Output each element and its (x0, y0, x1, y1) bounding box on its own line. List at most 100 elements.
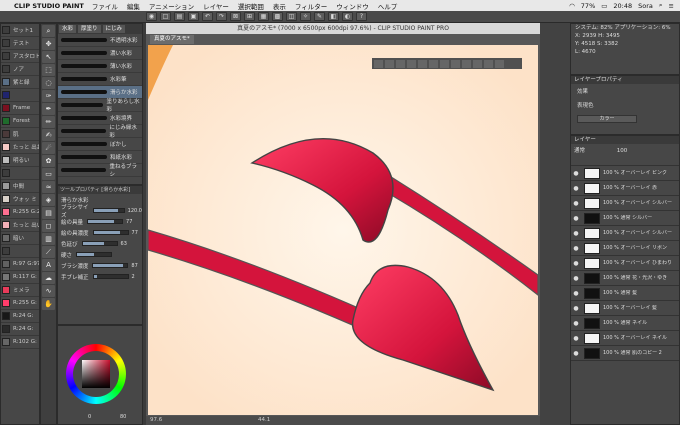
color-swatch[interactable] (2, 325, 10, 333)
property-slider[interactable] (76, 252, 113, 257)
layer-row[interactable]: ● 100 % 通常 花・光沢・ゆき (571, 271, 679, 286)
actual-size-icon[interactable] (451, 59, 460, 68)
color-set-row[interactable]: R:97 G:97 B:97 (1, 258, 39, 271)
pen-tool-icon[interactable]: ✒ (42, 103, 55, 115)
menu-animation[interactable]: アニメーション (149, 1, 194, 11)
layer-row[interactable]: ● 100 % オーバーレイ シルバー (571, 226, 679, 241)
layer-visibility-icon[interactable]: ● (571, 290, 581, 297)
color-swatch[interactable] (2, 221, 10, 229)
brush-icon[interactable]: ✎ (314, 12, 325, 21)
snap-icon[interactable]: ✧ (300, 12, 311, 21)
wifi-icon[interactable]: ◠ (569, 2, 575, 10)
ruler-tool-icon[interactable]: ⟋ (42, 246, 55, 258)
user-name[interactable]: Sora (638, 2, 653, 10)
property-slider[interactable] (92, 263, 129, 268)
layer-row[interactable]: ● 100 % オーバーレイ ピンク (571, 166, 679, 181)
property-value[interactable]: 77 (132, 230, 138, 236)
color-set-row[interactable]: 中間 (1, 180, 39, 193)
color-swatch[interactable] (2, 143, 10, 151)
brush-item[interactable]: 薄い水彩 (58, 60, 142, 73)
color-set-row[interactable] (1, 245, 39, 258)
expression-color-dropdown[interactable]: カラー (577, 115, 637, 123)
brush-item[interactable]: にじみ縁水彩 (58, 125, 142, 139)
color-swatch[interactable] (2, 247, 10, 255)
color-swatch[interactable] (2, 156, 10, 164)
color-set-row[interactable]: R:255 G: (1, 297, 39, 310)
layer-row[interactable]: ● 100 % オーバーレイ リボン (571, 241, 679, 256)
layer-visibility-icon[interactable]: ● (571, 230, 581, 237)
lasso-tool-icon[interactable]: ◌ (42, 77, 55, 89)
color-set-row[interactable]: R:102 G: (1, 336, 39, 349)
layer-visibility-icon[interactable]: ● (571, 245, 581, 252)
color-set-row[interactable]: ミメラ (1, 284, 39, 297)
decoration-tool-icon[interactable]: ✿ (42, 155, 55, 167)
color-set-row[interactable]: 明るい (1, 154, 39, 167)
tab-watercolor[interactable]: 水彩 (59, 25, 77, 33)
text-tool-icon[interactable]: A (42, 259, 55, 271)
color-swatch[interactable] (2, 195, 10, 203)
flip-icon[interactable] (429, 59, 438, 68)
saturation-value-square[interactable] (82, 360, 110, 388)
color-swatch[interactable] (2, 78, 10, 86)
open-icon[interactable]: ▤ (174, 12, 185, 21)
property-value[interactable]: 120.0 (128, 208, 142, 214)
grid-toggle-icon[interactable] (473, 59, 482, 68)
brush-item[interactable]: 重ねるブラシ (58, 164, 142, 178)
blend-mode-select[interactable]: 通常 (574, 148, 585, 154)
zoom-readout-2[interactable]: 44.1 (258, 416, 270, 425)
color-set-row[interactable]: セット1 (1, 24, 39, 37)
menu-list-icon[interactable]: ≡ (669, 2, 674, 10)
color-swatch[interactable] (2, 299, 10, 307)
layer-row[interactable]: ● 100 % 通常 肌のコピー 2 (571, 346, 679, 361)
brush-item[interactable]: 水彩筆 (58, 73, 142, 86)
menu-file[interactable]: ファイル (92, 1, 118, 11)
layer-visibility-icon[interactable]: ● (571, 335, 581, 342)
transform-icon[interactable]: ⊞ (244, 12, 255, 21)
layer-row[interactable]: ● 100 % オーバーレイ シルバー (571, 196, 679, 211)
color-swatch[interactable] (2, 234, 10, 242)
new-file-icon[interactable]: □ (160, 12, 171, 21)
opacity-value[interactable]: 100 (617, 148, 628, 154)
brush-tool-icon[interactable]: ✍ (42, 129, 55, 141)
fill-tool-icon[interactable]: ◈ (42, 194, 55, 206)
color-swatch[interactable] (2, 182, 10, 190)
property-value[interactable]: 2 (132, 274, 135, 280)
property-slider[interactable] (81, 241, 118, 246)
color-swatch[interactable] (2, 104, 10, 112)
document-tab[interactable]: 真夏のアスモ* (150, 35, 194, 44)
figure-tool-icon[interactable]: ◻ (42, 220, 55, 232)
color-swatch[interactable] (2, 312, 10, 320)
layer-row[interactable]: ● 100 % 通常 シルバー (571, 211, 679, 226)
ruler-toggle-icon[interactable] (484, 59, 493, 68)
color-swatch[interactable] (2, 338, 10, 346)
layer-visibility-icon[interactable]: ● (571, 215, 581, 222)
color-set-row[interactable]: R:117 G: (1, 271, 39, 284)
property-slider[interactable] (92, 274, 129, 279)
layer-row[interactable]: ● 100 % オーバーレイ ネイル (571, 331, 679, 346)
layer-row[interactable]: ● 100 % オーバーレイ 赤 (571, 181, 679, 196)
menu-layer[interactable]: レイヤー (203, 1, 229, 11)
color-set-row[interactable]: ウォッ ミ (1, 193, 39, 206)
brush-item[interactable]: 濃い水彩 (58, 47, 142, 60)
operation-tool-icon[interactable]: ↖ (42, 51, 55, 63)
color-swatch[interactable] (2, 130, 10, 138)
layer-row[interactable]: ● 100 % オーバーレイ 髪 (571, 301, 679, 316)
color-set-row[interactable]: たっと 出おい (1, 141, 39, 154)
color-swatch[interactable] (2, 273, 10, 281)
menu-help[interactable]: ヘルプ (378, 1, 398, 11)
color-swatch[interactable] (2, 169, 10, 177)
menu-edit[interactable]: 編集 (127, 1, 140, 11)
search-icon[interactable]: ⌕ (659, 1, 663, 10)
color-swatch[interactable] (2, 91, 10, 99)
move-tool-icon[interactable]: ✥ (42, 38, 55, 50)
layer-row[interactable]: ● 100 % 通常 ネイル (571, 316, 679, 331)
zoom-out-icon[interactable] (374, 59, 383, 68)
grid-icon[interactable]: ▩ (272, 12, 283, 21)
color-swatch[interactable] (2, 260, 10, 268)
color-set-row[interactable]: R:24 G: (1, 323, 39, 336)
color-set-row[interactable]: アスタロト (1, 50, 39, 63)
help-icon[interactable]: ? (356, 12, 367, 21)
rotate-right-icon[interactable] (418, 59, 427, 68)
color-set-row[interactable]: R:24 G: (1, 310, 39, 323)
correct-line-tool-icon[interactable]: ∿ (42, 285, 55, 297)
